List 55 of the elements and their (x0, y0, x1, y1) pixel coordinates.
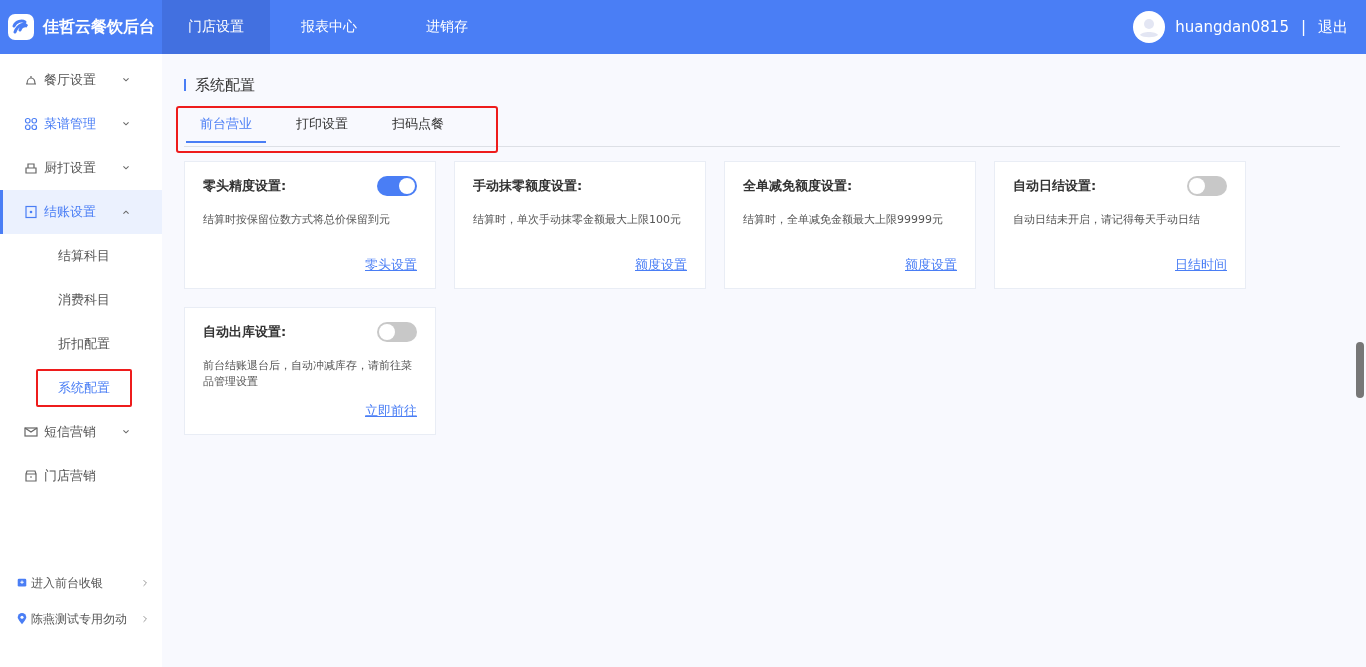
avatar-icon (1133, 11, 1166, 43)
brand-name: 佳哲云餐饮后台 (43, 16, 155, 38)
sidebar-item[interactable]: 菜谱管理 (0, 102, 162, 146)
nav-tab[interactable]: 进销存 (388, 0, 506, 54)
separator: | (1300, 18, 1306, 36)
register-icon (16, 577, 28, 589)
card-title: 自动日结设置: (1013, 177, 1097, 195)
bell-icon (24, 73, 38, 87)
sidebar-subitem[interactable]: 折扣配置 (36, 325, 132, 363)
page-title: 系统配置 (195, 75, 255, 95)
store-icon (24, 469, 38, 483)
nav-tab[interactable]: 报表中心 (270, 0, 388, 54)
card-title: 全单减免额度设置: (743, 177, 853, 195)
card-title: 零头精度设置: (203, 177, 287, 195)
tab[interactable]: 前台营业 (186, 114, 266, 143)
card-description: 前台结账退台后，自动冲减库存，请前往菜品管理设置 (203, 358, 413, 390)
sidebar-link[interactable]: 陈燕测试专用勿动 (31, 610, 127, 628)
title-accent-bar (184, 79, 186, 91)
sidebar-item[interactable]: 厨打设置 (0, 146, 162, 190)
card-description: 结算时，全单减免金额最大上限99999元 (743, 212, 944, 228)
toggle-switch[interactable] (377, 322, 417, 342)
card-link[interactable]: 立即前往 (365, 402, 417, 420)
logo-icon (7, 13, 35, 41)
card-link[interactable]: 额度设置 (635, 256, 687, 274)
mail-icon (24, 425, 38, 439)
card-title: 手动抹零额度设置: (473, 177, 583, 195)
sidebar-item[interactable]: 短信营销 (0, 410, 162, 454)
chevron-icon (140, 613, 150, 625)
location-pin-icon (16, 612, 28, 626)
card-description: 结算时，单次手动抹零金额最大上限100元 (473, 212, 682, 228)
username: huangdan0815 (1175, 18, 1289, 36)
card-link[interactable]: 零头设置 (365, 256, 417, 274)
card-title: 自动出库设置: (203, 323, 287, 341)
nav-tab[interactable]: 门店设置 (162, 0, 270, 54)
card-description: 自动日结未开启，请记得每天手动日结 (1013, 212, 1201, 228)
toggle-switch[interactable] (377, 176, 417, 196)
sidebar-item[interactable]: 结账设置 (0, 190, 162, 234)
printer-icon (24, 161, 38, 175)
grid-icon (24, 117, 38, 131)
ledger-icon (24, 205, 38, 219)
tab[interactable]: 打印设置 (282, 114, 362, 142)
card-link[interactable]: 额度设置 (905, 256, 957, 274)
tab[interactable]: 扫码点餐 (378, 114, 458, 142)
sidebar-subitem[interactable]: 系统配置 (36, 369, 132, 407)
logout-link[interactable]: 退出 (1318, 17, 1348, 37)
sidebar-subitem[interactable]: 结算科目 (36, 237, 132, 275)
sidebar-subitem[interactable]: 消费科目 (36, 281, 132, 319)
chevron-icon (140, 577, 150, 589)
toggle-switch[interactable] (1187, 176, 1227, 196)
card-description: 结算时按保留位数方式将总价保留到元 (203, 212, 391, 228)
scrollbar-thumb[interactable] (1356, 342, 1364, 398)
card-link[interactable]: 日结时间 (1175, 256, 1227, 274)
sidebar-item[interactable]: 门店营销 (0, 454, 162, 498)
sidebar-item[interactable]: 餐厅设置 (0, 58, 162, 102)
sidebar-link[interactable]: 进入前台收银 (31, 574, 103, 592)
